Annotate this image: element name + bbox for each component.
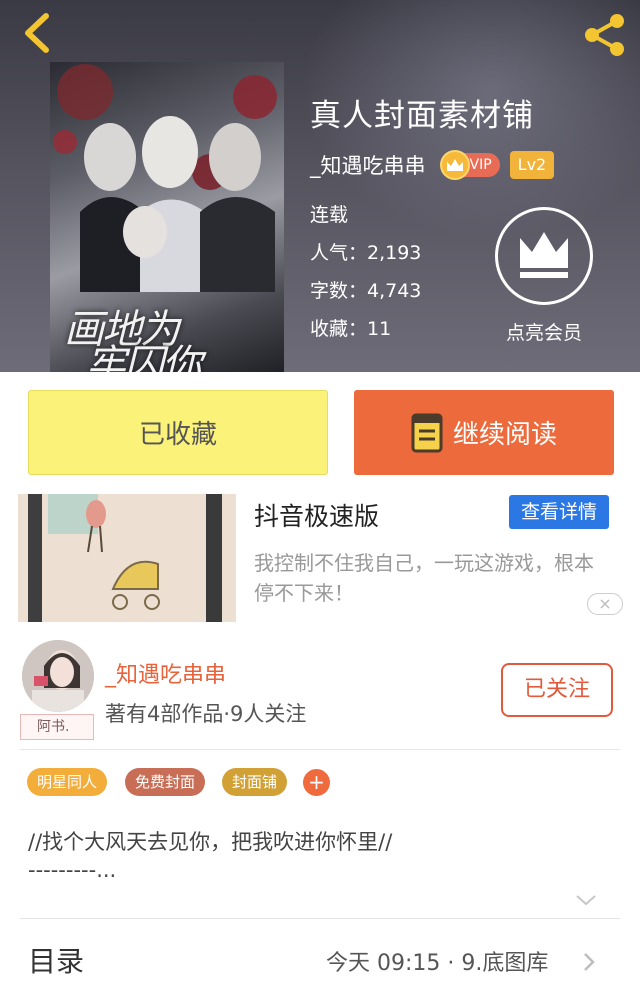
share-icon[interactable] <box>580 10 630 60</box>
expand-chevron-icon[interactable] <box>574 892 598 908</box>
vip-badge: VIP <box>439 150 500 180</box>
book-cover-image[interactable]: 画地为 牢囚你 <box>50 62 284 372</box>
level-badge: Lv2 <box>509 151 555 179</box>
saved-button[interactable]: 已收藏 <box>28 390 328 475</box>
status-text: 连载 <box>310 204 349 226</box>
word-count-stat: 字数：4,743 <box>310 280 422 302</box>
avatar[interactable] <box>22 640 94 712</box>
tag-3[interactable]: 封面铺 <box>222 768 288 796</box>
member-label[interactable]: 点亮会员 <box>498 318 590 345</box>
book-icon <box>411 413 443 452</box>
avatar-tag: 阿书. <box>20 714 94 740</box>
ad-title[interactable]: 抖音极速版 <box>254 497 379 533</box>
author-name[interactable]: _知遇吃串串 <box>310 150 426 180</box>
author-card-info: 著有4部作品·9人关注 <box>105 702 307 726</box>
cover-title-text-2: 牢囚你 <box>86 342 202 372</box>
book-intro-line1: //找个大风天去见你，把我吹进你怀里// <box>28 830 393 854</box>
author-card-name[interactable]: _知遇吃串串 <box>105 657 226 689</box>
divider <box>20 749 620 750</box>
book-title: 真人封面素材铺 <box>310 98 534 134</box>
avatar-image <box>22 640 94 712</box>
ad-details-button[interactable]: 查看详情 <box>509 495 609 529</box>
crown-icon <box>439 150 470 180</box>
follow-button[interactable]: 已关注 <box>501 663 613 717</box>
ad-description: 我控制不住我自己，一玩这游戏，根本停不下来！ <box>254 551 594 605</box>
divider <box>20 918 620 919</box>
tag-1[interactable]: 明星同人 <box>27 768 108 796</box>
favorites-stat: 收藏：11 <box>310 318 392 340</box>
member-crown-button[interactable] <box>495 207 593 305</box>
crown-icon <box>520 232 568 278</box>
continue-reading-label: 继续阅读 <box>452 420 557 450</box>
ad-image <box>18 494 236 622</box>
back-chevron-icon[interactable] <box>18 10 58 56</box>
vip-label: VIP <box>469 157 492 173</box>
toc-label[interactable]: 目录 <box>28 940 84 980</box>
book-header: 画地为 牢囚你 真人封面素材铺 _知遇吃串串 VIP Lv2 连载 人气：2,1… <box>0 0 640 372</box>
book-intro-line2: ---------... <box>28 858 117 882</box>
continue-reading-button[interactable]: 继续阅读 <box>354 390 614 475</box>
tag-2[interactable]: 免费封面 <box>125 768 206 796</box>
popularity-stat: 人气：2,193 <box>310 242 422 264</box>
ad-close-button[interactable]: × <box>587 593 623 615</box>
ad-thumbnail[interactable] <box>18 494 236 622</box>
toc-update[interactable]: 今天 09:15 · 9.底图库 <box>326 945 548 977</box>
chevron-right-icon[interactable] <box>582 951 596 973</box>
author-row: _知遇吃串串 VIP Lv2 <box>310 148 555 182</box>
add-tag-button[interactable]: + <box>303 769 330 796</box>
